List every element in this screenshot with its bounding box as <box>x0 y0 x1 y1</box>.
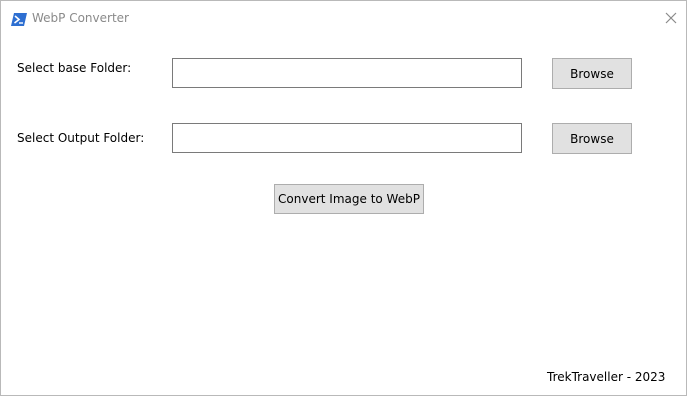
app-window: WebP Converter Select base Folder: Brows… <box>0 0 687 396</box>
base-folder-input[interactable] <box>172 58 522 88</box>
powershell-icon <box>11 11 27 26</box>
output-folder-label: Select Output Folder: <box>17 131 145 145</box>
footer-credit: TrekTraveller - 2023 <box>547 370 666 384</box>
title-bar: WebP Converter <box>1 1 686 35</box>
base-folder-label: Select base Folder: <box>17 61 132 75</box>
window-title: WebP Converter <box>32 11 129 25</box>
close-icon[interactable] <box>661 8 681 28</box>
output-folder-input[interactable] <box>172 123 522 153</box>
base-browse-button[interactable]: Browse <box>552 58 632 89</box>
output-browse-button[interactable]: Browse <box>552 123 632 154</box>
convert-button[interactable]: Convert Image to WebP <box>274 184 424 214</box>
